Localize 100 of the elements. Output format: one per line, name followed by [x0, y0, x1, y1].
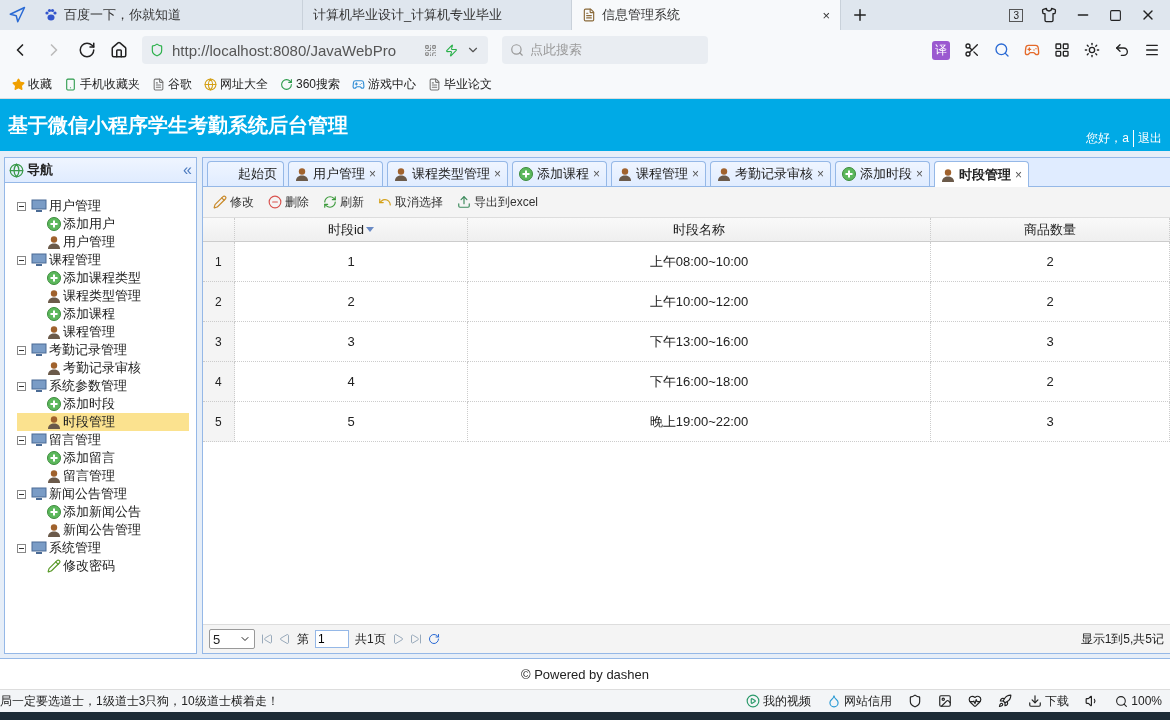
- column-header[interactable]: 时段名称: [468, 218, 931, 242]
- refresh-icon[interactable]: [427, 633, 440, 645]
- close-button[interactable]: ×: [593, 167, 601, 181]
- search-icon[interactable]: [994, 42, 1010, 58]
- close-button[interactable]: ×: [916, 167, 924, 181]
- maximize-icon[interactable]: [1109, 8, 1122, 22]
- tree-node[interactable]: 课程管理: [17, 251, 196, 269]
- person-icon: [47, 523, 61, 537]
- collapse-toggle-icon[interactable]: [17, 381, 26, 391]
- page-size-select[interactable]: 5: [209, 629, 255, 649]
- tab[interactable]: 添加时段 ×: [835, 161, 931, 186]
- undo-icon[interactable]: [1114, 42, 1130, 58]
- close-button[interactable]: ×: [494, 167, 502, 181]
- tab[interactable]: 课程管理 ×: [611, 161, 707, 186]
- new-tab-icon[interactable]: [851, 6, 869, 24]
- tree-item[interactable]: 添加新闻公告: [17, 503, 189, 521]
- collapse-toggle-icon[interactable]: [17, 543, 26, 553]
- bookmark[interactable]: 手机收藏夹: [64, 75, 140, 93]
- toolbar-button[interactable]: 修改: [213, 193, 254, 211]
- tree-node[interactable]: 用户管理: [17, 197, 196, 215]
- close-button[interactable]: ×: [817, 167, 825, 181]
- sun-icon[interactable]: [1084, 42, 1100, 58]
- tree-item[interactable]: 添加课程类型: [17, 269, 189, 287]
- collapse-toggle-icon[interactable]: [17, 435, 26, 445]
- toolbar-button[interactable]: 导出到excel: [457, 193, 538, 211]
- tree-item[interactable]: 用户管理: [17, 233, 189, 251]
- tree-item[interactable]: 课程类型管理: [17, 287, 189, 305]
- grid-icon[interactable]: [1054, 42, 1070, 58]
- tree-item[interactable]: 课程管理: [17, 323, 189, 341]
- tree-node[interactable]: 系统管理: [17, 539, 196, 557]
- tree-item[interactable]: 修改密码: [17, 557, 189, 575]
- bookmark[interactable]: 360搜索: [280, 75, 341, 93]
- translate-button[interactable]: 译: [932, 40, 950, 60]
- bookmark[interactable]: 收藏: [12, 75, 52, 93]
- bookmark[interactable]: 游戏中心: [352, 75, 417, 93]
- collapse-toggle-icon[interactable]: [17, 345, 26, 355]
- tree-node[interactable]: 系统参数管理: [17, 377, 196, 395]
- shield-icon: [150, 43, 164, 57]
- tree-node[interactable]: 留言管理: [17, 431, 196, 449]
- tree-item[interactable]: 新闻公告管理: [17, 521, 189, 539]
- scissors-icon[interactable]: [964, 42, 980, 58]
- table-cell: 晚上19:00~22:00: [468, 402, 931, 442]
- shirt-icon[interactable]: [1041, 7, 1057, 23]
- collapse-button[interactable]: «: [183, 161, 192, 179]
- toolbar-button[interactable]: 刷新: [323, 193, 364, 211]
- browser-tab[interactable]: 信息管理系统 ×: [572, 0, 841, 30]
- tab[interactable]: 添加课程 ×: [512, 161, 608, 186]
- app-title: 基于微信小程序学生考勤系统后台管理: [8, 112, 348, 138]
- reload-icon[interactable]: [78, 41, 96, 59]
- bookmark[interactable]: 网址大全: [204, 75, 268, 93]
- bookmark[interactable]: 谷歌: [152, 75, 192, 93]
- tab-count[interactable]: 3: [1009, 8, 1023, 22]
- tab[interactable]: 起始页: [207, 161, 284, 186]
- qr-code-icon[interactable]: [424, 43, 437, 57]
- close-button[interactable]: ×: [1015, 167, 1023, 182]
- tree-item[interactable]: 添加用户: [17, 215, 189, 233]
- tree-node[interactable]: 新闻公告管理: [17, 485, 196, 503]
- collapse-toggle-icon[interactable]: [17, 255, 26, 265]
- zoom-button[interactable]: 100%: [1115, 694, 1162, 708]
- tab[interactable]: 用户管理 ×: [288, 161, 383, 186]
- close-button[interactable]: ×: [692, 167, 700, 181]
- monitor-icon: [31, 541, 47, 555]
- bookmark[interactable]: 毕业论文: [428, 75, 493, 93]
- close-button[interactable]: ×: [369, 167, 376, 181]
- rocket-icon[interactable]: [998, 694, 1013, 708]
- heart-pulse-icon[interactable]: [968, 694, 983, 708]
- address-bar[interactable]: http://localhost:8080/JavaWebPro: [142, 36, 488, 64]
- menu-icon[interactable]: [1144, 42, 1160, 58]
- monitor-icon: [31, 379, 47, 393]
- collapse-toggle-icon[interactable]: [17, 489, 26, 499]
- close-icon[interactable]: ×: [822, 7, 830, 23]
- plus-circle-icon: [47, 397, 61, 411]
- gamepad-icon[interactable]: [1024, 42, 1040, 58]
- column-header[interactable]: 商品数量: [931, 218, 1170, 242]
- download-button[interactable]: 下载: [1028, 692, 1070, 710]
- status-item[interactable]: 我的视频: [746, 692, 812, 710]
- tree-node[interactable]: 考勤记录管理: [17, 341, 196, 359]
- tab[interactable]: 时段管理 ×: [934, 161, 1030, 187]
- tab[interactable]: 课程类型管理 ×: [387, 161, 509, 186]
- tree-item[interactable]: 添加留言: [17, 449, 189, 467]
- tree-item[interactable]: 考勤记录审核: [17, 359, 189, 377]
- page-input[interactable]: 1: [315, 630, 349, 648]
- plus-circle-icon: [47, 505, 61, 519]
- toolbar-button[interactable]: 删除: [268, 193, 309, 211]
- status-item[interactable]: 网站信用: [827, 692, 893, 710]
- table-cell: 下午13:00~16:00: [468, 322, 931, 362]
- tree-item[interactable]: 留言管理: [17, 467, 189, 485]
- browser-logo-icon[interactable]: [8, 6, 26, 24]
- shield-icon[interactable]: [908, 694, 923, 708]
- tree-item[interactable]: 添加课程: [17, 305, 189, 323]
- column-header[interactable]: 时段id: [235, 218, 468, 242]
- tab[interactable]: 考勤记录审核 ×: [710, 161, 832, 186]
- star-icon: [12, 77, 25, 91]
- tree-item[interactable]: 时段管理: [17, 413, 189, 431]
- tree-item[interactable]: 添加时段: [17, 395, 189, 413]
- collapse-toggle-icon[interactable]: [17, 201, 26, 211]
- toolbar-button[interactable]: 取消选择: [378, 193, 443, 211]
- image-icon[interactable]: [938, 694, 953, 708]
- home-icon[interactable]: [110, 41, 128, 59]
- table-cell: 2: [931, 282, 1170, 322]
